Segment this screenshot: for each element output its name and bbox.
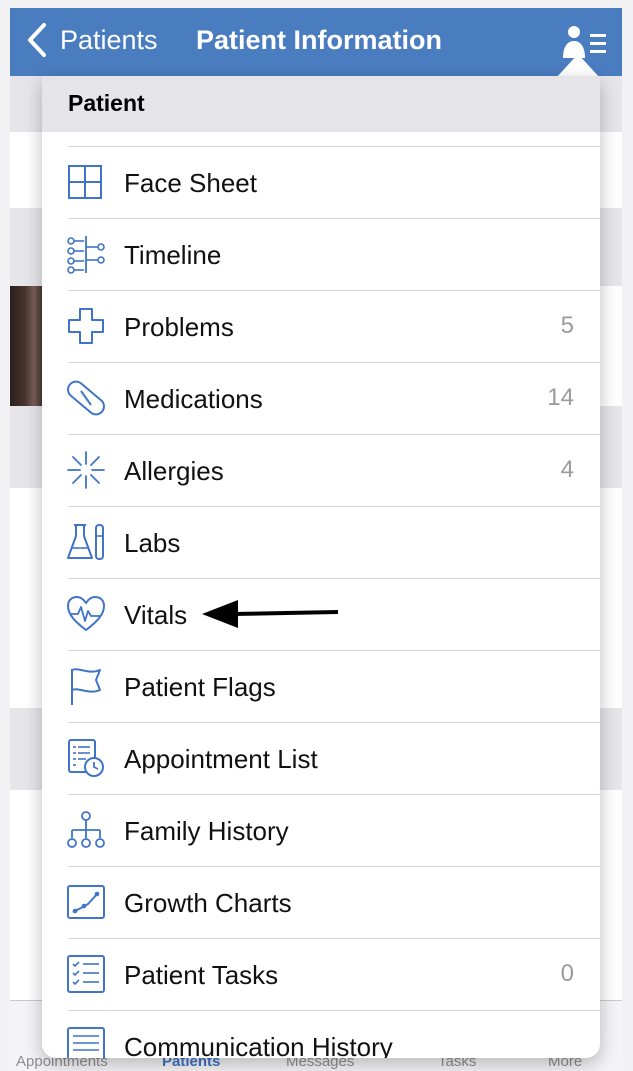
menu-item-label: Growth Charts <box>124 888 292 918</box>
menu-item-label: Allergies <box>124 456 224 486</box>
menu-item-problems[interactable]: Problems 5 <box>42 290 600 362</box>
menu-item-label: Vitals <box>124 600 188 630</box>
menu-item-label: Appointment List <box>124 744 318 774</box>
family-tree-icon <box>67 811 105 848</box>
page-title: Patient Information <box>196 25 443 55</box>
popover-header: Patient <box>42 76 600 132</box>
menu-item-label: Labs <box>124 528 181 558</box>
menu-item-vitals[interactable]: Vitals <box>42 578 600 650</box>
pill-icon <box>67 380 105 416</box>
menu-item-appointment-list[interactable]: Appointment List <box>42 722 600 794</box>
menu-item-labs[interactable]: Labs <box>42 506 600 578</box>
menu-item-label: Family History <box>124 816 289 846</box>
menu-item-label: Problems <box>124 312 234 342</box>
menu-item-medications[interactable]: Medications 14 <box>42 362 600 434</box>
menu-item-allergies[interactable]: Allergies 4 <box>42 434 600 506</box>
menu-item-count: 4 <box>560 456 574 483</box>
flask-icon <box>67 524 104 560</box>
flag-icon <box>71 668 101 705</box>
menu-item-count: 5 <box>560 312 574 339</box>
cross-icon <box>68 308 104 344</box>
menu-item-patient-tasks[interactable]: Patient Tasks 0 <box>42 938 600 1010</box>
menu-item-face-sheet[interactable]: Face Sheet <box>42 146 600 218</box>
menu-item-timeline[interactable]: Timeline <box>42 218 600 290</box>
back-label: Patients <box>60 24 158 55</box>
appointment-icon <box>68 739 104 777</box>
popover-header-title: Patient <box>68 90 145 116</box>
grid-icon <box>68 165 102 199</box>
menu-item-label: Face Sheet <box>124 168 257 198</box>
patient-popover-menu: Patient Face Sheet Timeline Problems 5 M… <box>42 76 600 1058</box>
chevron-left-icon <box>28 23 46 57</box>
annotation-arrow-icon <box>202 600 339 628</box>
menu-item-count: 0 <box>560 960 574 987</box>
menu-item-label: Timeline <box>124 240 222 270</box>
menu-item-growth-charts[interactable]: Growth Charts <box>42 866 600 938</box>
timeline-icon <box>67 236 105 274</box>
back-button[interactable]: Patients <box>24 21 158 59</box>
growth-chart-icon <box>67 885 105 919</box>
nav-bar: Patients Patient Information <box>10 8 622 76</box>
menu-item-communication-history[interactable]: Communication History <box>42 1010 600 1058</box>
menu-item-family-history[interactable]: Family History <box>42 794 600 866</box>
menu-item-label: Medications <box>124 384 263 414</box>
checklist-icon <box>67 955 105 993</box>
menu-item-label: Patient Flags <box>124 672 276 702</box>
menu-item-label: Communication History <box>124 1032 393 1058</box>
communication-icon <box>67 1027 105 1058</box>
popover-menu-list: Face Sheet Timeline Problems 5 Medicatio… <box>42 146 600 1058</box>
menu-item-label: Patient Tasks <box>124 960 279 990</box>
menu-item-count: 14 <box>547 384 574 411</box>
menu-item-patient-flags[interactable]: Patient Flags <box>42 650 600 722</box>
popover-caret <box>556 54 600 78</box>
heart-pulse-icon <box>67 596 105 631</box>
allergy-icon <box>67 451 105 489</box>
patient-photo <box>10 286 44 406</box>
